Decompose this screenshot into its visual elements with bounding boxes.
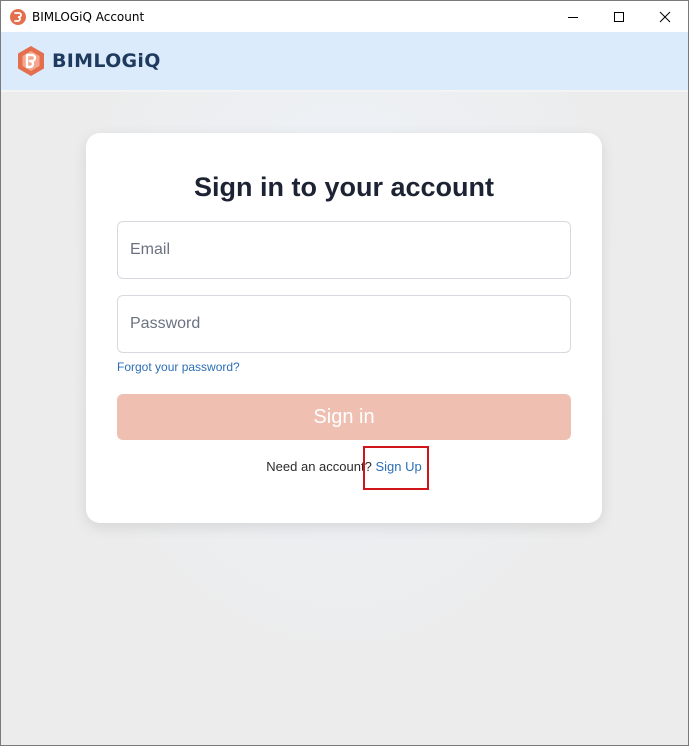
signin-button[interactable]: Sign in	[117, 394, 571, 440]
email-field[interactable]	[117, 221, 571, 279]
close-icon	[659, 11, 671, 22]
page-title: Sign in to your account	[193, 172, 494, 202]
signin-card: Sign in to your account Forgot your pass…	[86, 133, 602, 523]
maximize-button[interactable]	[596, 1, 642, 32]
content-area: Sign in to your account Forgot your pass…	[1, 92, 688, 745]
password-input[interactable]	[118, 296, 570, 352]
password-field[interactable]	[117, 295, 571, 353]
brand-name: BIMLOGiQ	[52, 50, 161, 72]
minimize-button[interactable]	[550, 1, 596, 32]
app-window: BIMLOGiQ Account BIMLOGiQ Sign in to you…	[0, 0, 689, 746]
email-input[interactable]	[118, 222, 570, 278]
bimlogiq-logo-icon	[18, 46, 44, 76]
signup-prompt: Need an account?	[266, 459, 376, 474]
close-button[interactable]	[642, 1, 688, 32]
signup-row: Need an account? Sign Up	[86, 458, 602, 476]
title-bar[interactable]: BIMLOGiQ Account	[1, 1, 688, 32]
maximize-icon	[614, 11, 624, 22]
signup-link[interactable]: Sign Up	[375, 459, 421, 474]
window-title: BIMLOGiQ Account	[32, 10, 145, 24]
brand-header: BIMLOGiQ	[1, 32, 688, 92]
minimize-icon	[568, 16, 578, 18]
forgot-password-link[interactable]: Forgot your password?	[117, 359, 240, 375]
bimlogiq-logo-icon	[10, 9, 26, 25]
